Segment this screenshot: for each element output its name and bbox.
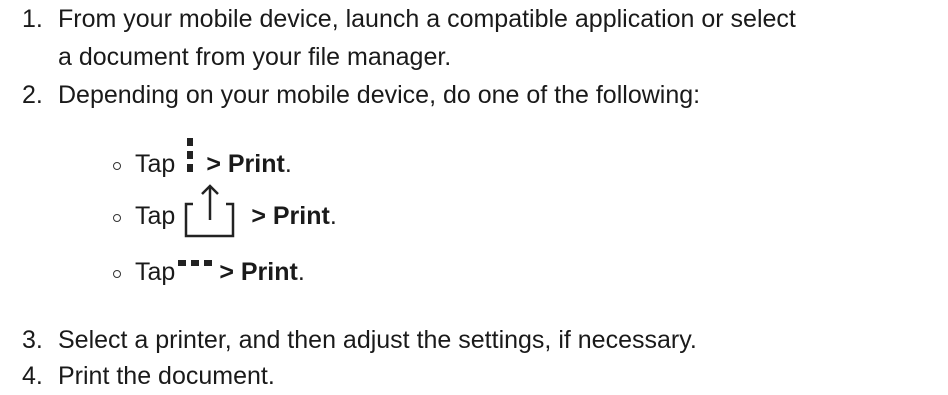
step-number: 3. [22,326,43,354]
step-3: 3. Select a printer, and then adjust the … [22,321,697,359]
substep-share: Tap > Print. [113,184,337,244]
vertical-ellipsis-icon [183,136,197,176]
substep-more: Tap > Print. [113,255,305,289]
step-text: Print the document. [58,362,275,390]
substep-tap-label: Tap [135,150,176,178]
step-1: 1. From your mobile device, launch a comp… [22,0,796,38]
bullet-icon [113,214,121,222]
step-text: Depending on your mobile device, do one … [58,81,701,109]
step-2: 2. Depending on your mobile device, do on… [22,76,700,114]
substep-period: . [329,202,337,230]
share-icon [183,182,237,238]
bullet-icon [113,162,121,170]
step-number: 2. [22,81,43,109]
substep-period: . [284,150,292,178]
substep-tap-label: Tap [135,258,176,286]
step-4: 4. Print the document. [22,357,275,395]
step-text-continued: a document from your file manager. [58,43,452,71]
step-text: From your mobile device, launch a compat… [58,5,796,33]
horizontal-ellipsis-icon [177,258,213,270]
step-number: 1. [22,5,43,33]
substep-action: > Print [206,150,285,178]
step-text: Select a printer, and then adjust the se… [58,326,697,354]
step-number: 4. [22,362,43,390]
substep-action: > Print [251,202,330,230]
substep-action: > Print [219,258,298,286]
bullet-icon [113,270,121,278]
substep-period: . [297,258,305,286]
document-page: 1. From your mobile device, launch a comp… [0,0,948,394]
substep-tap-label: Tap [135,202,176,230]
